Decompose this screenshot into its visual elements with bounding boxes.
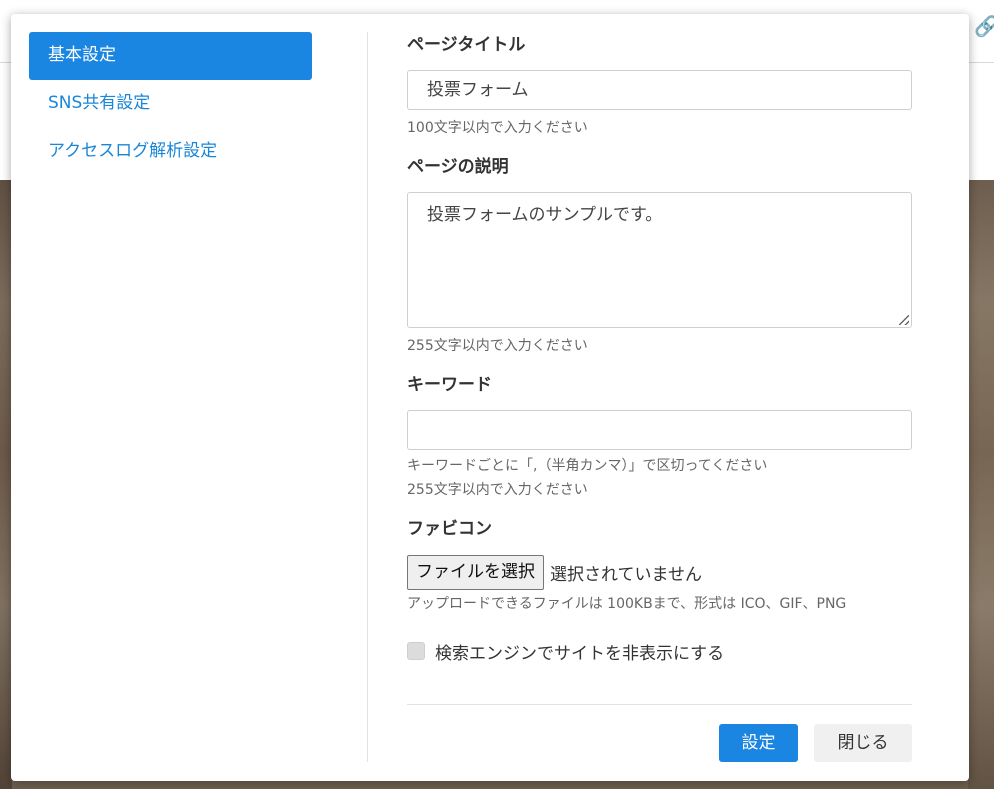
footer-divider bbox=[407, 704, 912, 705]
page-description-value: 投票フォームのサンプルです。 bbox=[427, 205, 663, 225]
keywords-input[interactable] bbox=[407, 410, 912, 450]
page-title-input[interactable]: 投票フォーム bbox=[407, 70, 912, 110]
close-button[interactable]: 閉じる bbox=[814, 724, 912, 762]
keywords-label: キーワード bbox=[407, 375, 492, 395]
keywords-help-separator: キーワードごとに「,（半角カンマ）」で区切ってください bbox=[407, 458, 768, 474]
hide-from-search-label[interactable]: 検索エンジンでサイトを非表示にする bbox=[435, 639, 724, 664]
sidebar-item-basic-settings[interactable]: 基本設定 bbox=[29, 32, 312, 80]
vertical-divider bbox=[367, 32, 368, 762]
settings-form: ページタイトル 投票フォーム 100文字以内で入力ください ページの説明 投票フ… bbox=[407, 32, 912, 666]
file-status-text: 選択されていません bbox=[550, 564, 702, 585]
settings-sidebar: 基本設定 SNS共有設定 アクセスログ解析設定 bbox=[29, 32, 312, 176]
page-title-help: 100文字以内で入力ください bbox=[407, 120, 588, 136]
choose-file-button[interactable]: ファイルを選択 bbox=[407, 554, 544, 590]
keywords-help-length: 255文字以内で入力ください bbox=[407, 482, 588, 498]
settings-modal: 基本設定 SNS共有設定 アクセスログ解析設定 ページタイトル 投票フォーム 1… bbox=[11, 14, 969, 781]
favicon-help: アップロードできるファイルは 100KBまで、形式は ICO、GIF、PNG bbox=[407, 596, 847, 612]
hide-from-search-row: 検索エンジンでサイトを非表示にする bbox=[407, 636, 912, 666]
page-title-label: ページタイトル bbox=[407, 35, 526, 55]
page-description-label: ページの説明 bbox=[407, 157, 509, 177]
favicon-label: ファビコン bbox=[407, 519, 492, 539]
resize-grip-icon[interactable] bbox=[899, 315, 909, 325]
link-icon[interactable]: 🔗 bbox=[974, 14, 994, 38]
sidebar-item-access-log-settings[interactable]: アクセスログ解析設定 bbox=[29, 128, 312, 176]
hide-from-search-checkbox[interactable] bbox=[407, 642, 425, 660]
favicon-file-picker: ファイルを選択 選択されていません bbox=[407, 554, 912, 590]
page-description-textarea[interactable]: 投票フォームのサンプルです。 bbox=[407, 192, 912, 328]
page-description-help: 255文字以内で入力ください bbox=[407, 338, 588, 354]
submit-settings-button[interactable]: 設定 bbox=[719, 724, 798, 762]
sidebar-item-sns-share-settings[interactable]: SNS共有設定 bbox=[29, 80, 312, 128]
